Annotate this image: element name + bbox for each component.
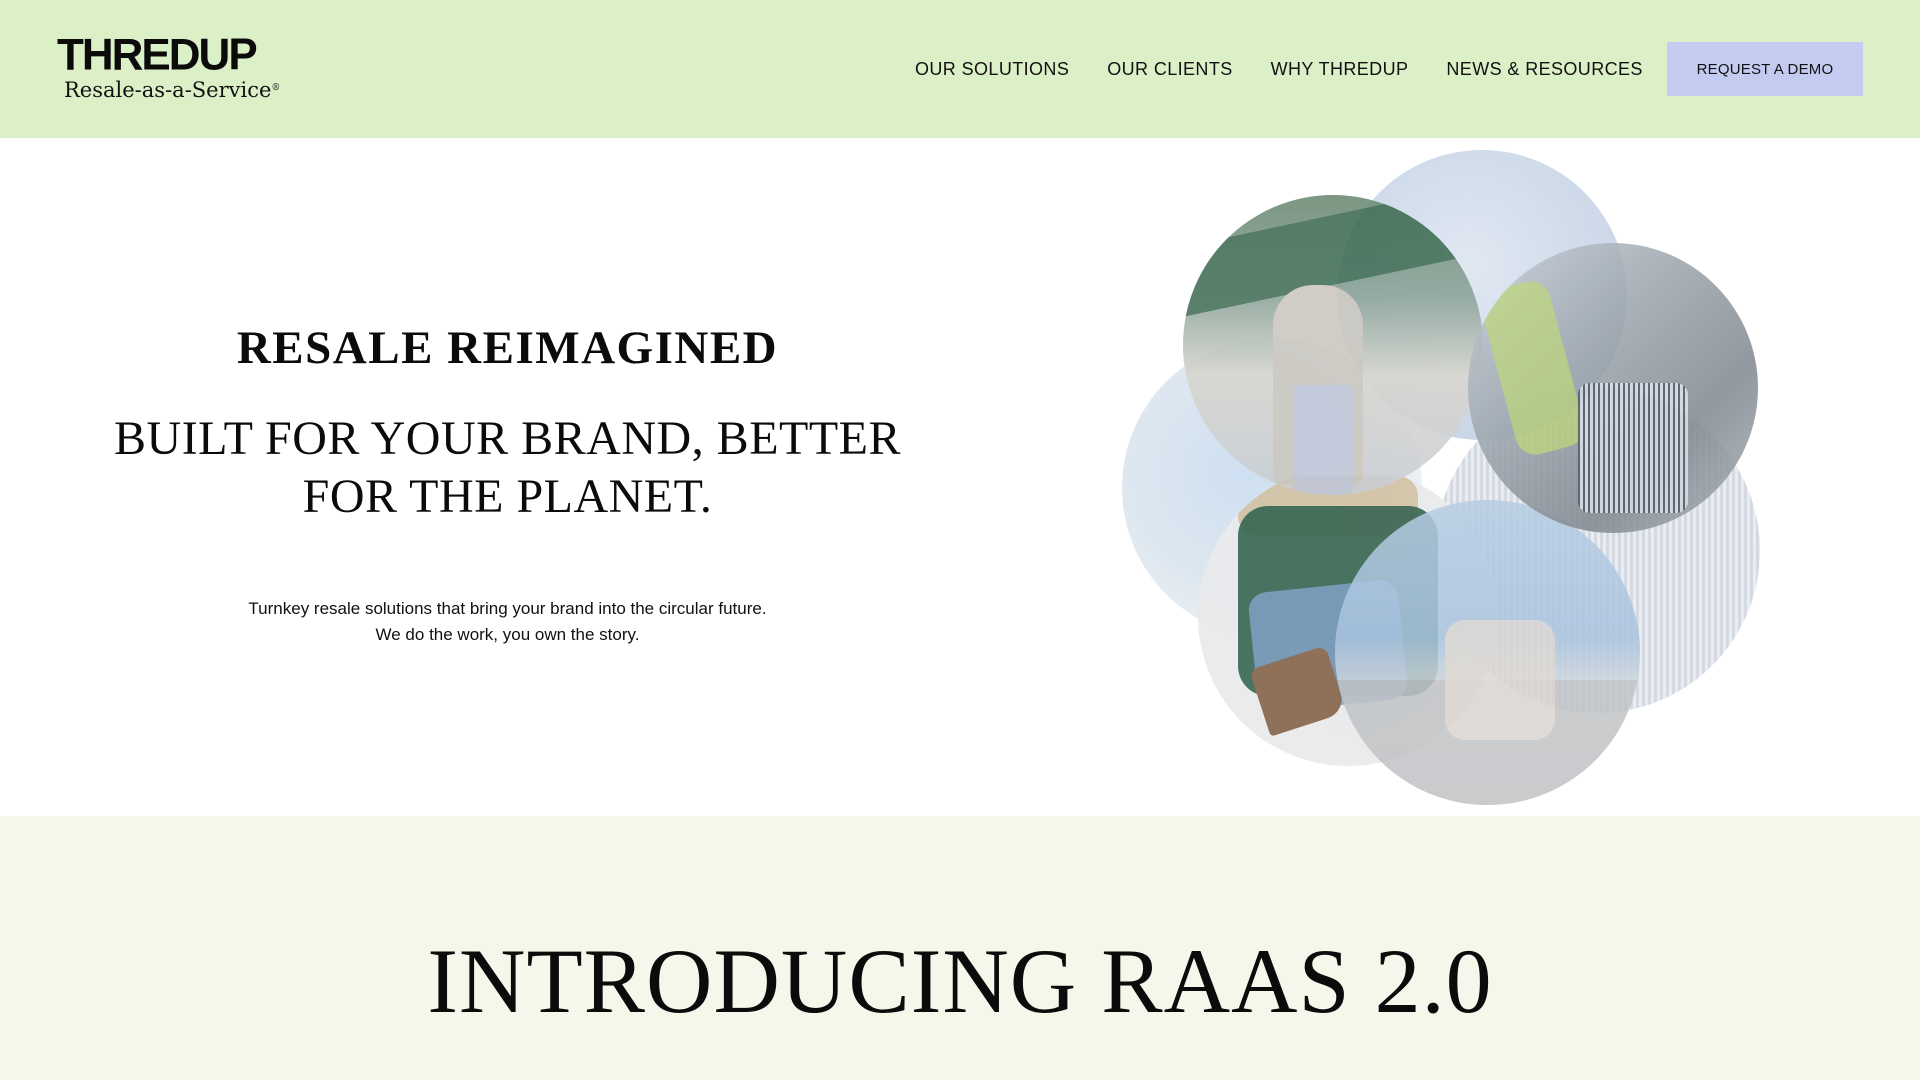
main-nav: OUR SOLUTIONS OUR CLIENTS WHY THREDUP NE… — [915, 57, 1643, 81]
hero-subcopy: Turnkey resale solutions that bring your… — [80, 596, 935, 648]
raas-intro-section: INTRODUCING RAAS 2.0 — [0, 816, 1920, 1080]
hero-kicker: RESALE REIMAGINED — [236, 322, 779, 374]
hero-section: RESALE REIMAGINED BUILT FOR YOUR BRAND, … — [0, 138, 1920, 816]
raas-intro-title: INTRODUCING RAAS 2.0 — [427, 930, 1493, 1032]
hero-headline-line2: FOR THE PLANET. — [302, 470, 713, 523]
collage-image-blue-shoes — [1335, 500, 1640, 805]
nav-item-our-solutions[interactable]: OUR SOLUTIONS — [915, 57, 1069, 81]
site-header: THREDUP Resale-as-a-Service® OUR SOLUTIO… — [0, 0, 1920, 138]
hero-headline-line1: BUILT FOR YOUR BRAND, BETTER — [114, 412, 901, 465]
nav-item-why-thredup[interactable]: WHY THREDUP — [1271, 57, 1409, 81]
logo-tagline-text: Resale-as-a-Service — [64, 78, 272, 102]
collage-image-street-style — [1183, 195, 1483, 495]
collage-image-gray-jacket — [1468, 243, 1758, 533]
nav-item-our-clients[interactable]: OUR CLIENTS — [1107, 57, 1232, 81]
jacket-scarf-shape — [1477, 276, 1589, 460]
nav-item-news-resources[interactable]: NEWS & RESOURCES — [1446, 57, 1642, 81]
hero-subcopy-line2: We do the work, you own the story. — [375, 625, 640, 644]
request-demo-button[interactable]: REQUEST A DEMO — [1667, 42, 1863, 96]
jacket-shirt-shape — [1578, 383, 1688, 513]
hero-headline: BUILT FOR YOUR BRAND, BETTER FOR THE PLA… — [80, 410, 935, 526]
logo-tagline: Resale-as-a-Service® — [64, 76, 280, 104]
logo-wordmark: THREDUP — [57, 29, 258, 80]
hero-image-collage — [1110, 138, 1770, 816]
shoes-legs-shape — [1445, 620, 1555, 740]
hero-subcopy-line1: Turnkey resale solutions that bring your… — [248, 599, 767, 618]
trademark-mark: ® — [271, 83, 281, 93]
brand-logo[interactable]: THREDUP Resale-as-a-Service® — [57, 29, 280, 110]
street-pants-shape — [1293, 385, 1353, 495]
